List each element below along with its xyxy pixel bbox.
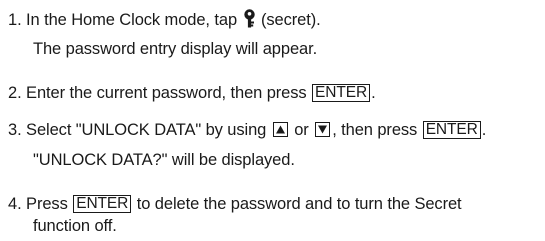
step-4-text-rest: to delete the password and to turn the S… xyxy=(132,195,462,213)
step-3-or-text: or xyxy=(289,121,314,139)
step-4-line: 4. Press ENTER to delete the password an… xyxy=(8,194,462,214)
step-3-line: 3. Select "UNLOCK DATA" by using or , th… xyxy=(8,120,486,140)
step-2-period: . xyxy=(371,84,376,102)
down-triangle-key-icon xyxy=(315,122,331,137)
step-1-continuation: The password entry display will appear. xyxy=(33,40,318,58)
enter-key-label: ENTER xyxy=(73,195,132,213)
step-4-number: 4. xyxy=(8,195,22,213)
step-2-number: 2. xyxy=(8,84,22,102)
step-1-line: 1. In the Home Clock mode, tap (secret). xyxy=(8,9,321,29)
step-3-then-press-text: , then press xyxy=(332,121,422,139)
step-1-number: 1. xyxy=(8,11,22,29)
enter-key-label: ENTER xyxy=(312,84,371,102)
step-3-period: . xyxy=(481,121,487,139)
step-4-text-start: Press xyxy=(26,195,73,213)
step-3-continuation: "UNLOCK DATA?" will be displayed. xyxy=(33,151,295,169)
enter-key-label: ENTER xyxy=(422,121,481,139)
step-2-text: Enter the current password, then press xyxy=(26,84,312,102)
step-3-number: 3. xyxy=(8,121,22,139)
step-1-text-before-icon: In the Home Clock mode, tap xyxy=(26,11,242,29)
step-4-continuation: function off. xyxy=(33,217,117,235)
up-triangle-key-icon xyxy=(272,122,288,137)
key-icon xyxy=(243,9,256,33)
step-2-line: 2. Enter the current password, then pres… xyxy=(8,83,376,103)
step-1-text-after-icon: (secret). xyxy=(256,11,321,29)
step-3-text-start: Select "UNLOCK DATA" by using xyxy=(26,121,271,139)
